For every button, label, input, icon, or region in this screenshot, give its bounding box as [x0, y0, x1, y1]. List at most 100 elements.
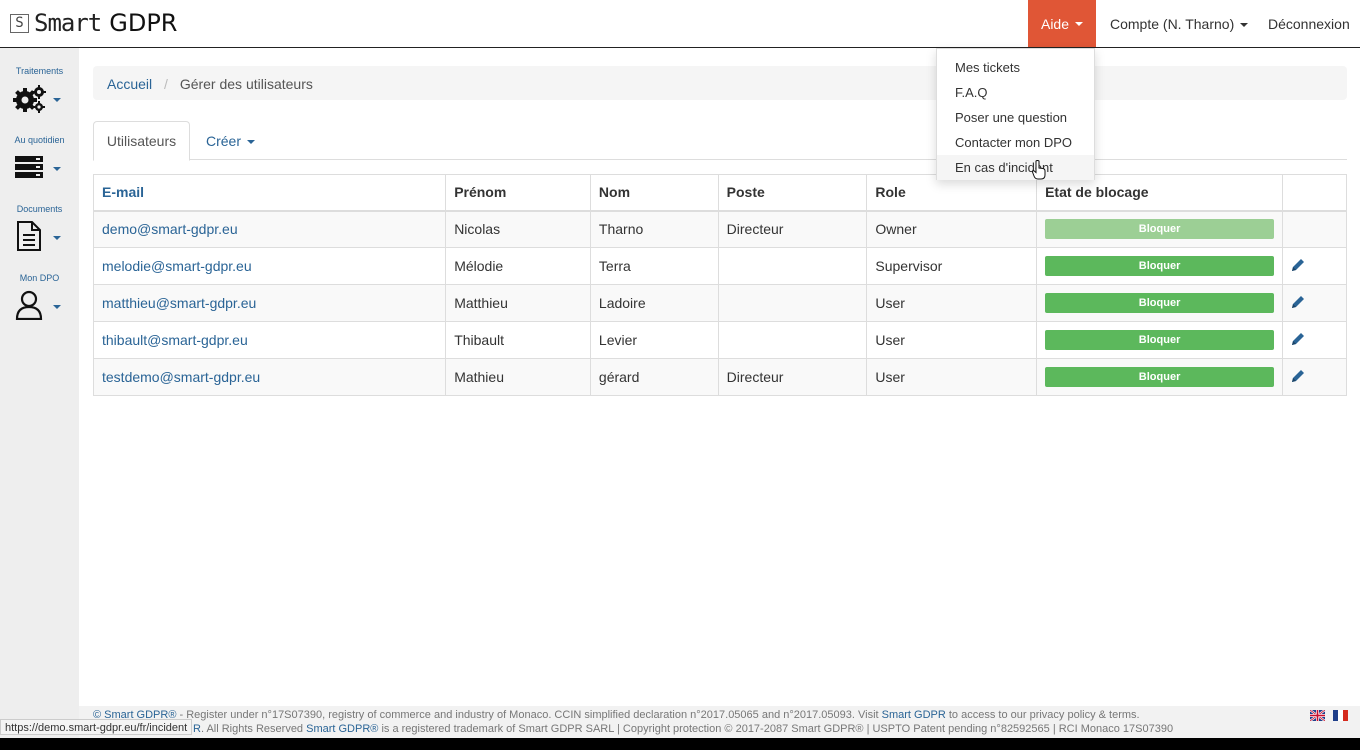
cell-poste: Directeur: [717, 210, 868, 248]
cell-blocage: Bloquer: [1036, 321, 1284, 359]
tab-creer-label: Créer: [206, 133, 242, 149]
cell-actions: [1282, 284, 1347, 322]
cell-email: melodie@smart-gdpr.eu: [92, 247, 447, 285]
email-link[interactable]: testdemo@smart-gdpr.eu: [102, 369, 260, 385]
sidebar-item-traitements[interactable]: Traitements: [0, 66, 79, 126]
tabs: Utilisateurs Créer: [93, 121, 1347, 161]
brand-logo[interactable]: S Smart GDPR: [10, 9, 177, 37]
uk-flag-icon[interactable]: [1310, 710, 1325, 721]
sidebar-item-documents[interactable]: Documents: [0, 204, 79, 264]
breadcrumb-home-link[interactable]: Accueil: [107, 76, 152, 92]
cell-nom: Tharno: [589, 210, 719, 248]
chevron-down-icon: [53, 236, 61, 240]
chevron-down-icon: [53, 305, 61, 309]
table-row: testdemo@smart-gdpr.eu Mathieu gérard Di…: [92, 358, 1347, 396]
cell-actions: [1282, 358, 1347, 396]
cell-prenom: Matthieu: [445, 284, 591, 322]
cell-nom: Levier: [589, 321, 719, 359]
menu-item-en-cas-d-incident[interactable]: En cas d'incident: [937, 155, 1094, 180]
cell-role: User: [866, 284, 1038, 322]
footer-line-2: R. All Rights Reserved Smart GDPR® is a …: [93, 722, 1360, 736]
cell-prenom: Mathieu: [445, 358, 591, 396]
server-icon: [15, 156, 43, 178]
tab-creer[interactable]: Créer: [206, 133, 256, 149]
cell-role: User: [866, 358, 1038, 396]
table-row: matthieu@smart-gdpr.eu Matthieu Ladoire …: [92, 284, 1347, 322]
cell-blocage: Bloquer: [1036, 247, 1284, 285]
cell-actions: [1282, 210, 1347, 248]
hand-cursor-icon: [1032, 160, 1046, 180]
cell-email: thibault@smart-gdpr.eu: [92, 321, 447, 359]
cell-actions: [1282, 247, 1347, 285]
cell-email: testdemo@smart-gdpr.eu: [92, 358, 447, 396]
block-button: Bloquer: [1045, 219, 1275, 240]
account-label: Compte (N. Tharno): [1110, 16, 1235, 32]
cell-prenom: Mélodie: [445, 247, 591, 285]
brand-name-gdpr: GDPR: [109, 9, 178, 37]
pencil-icon[interactable]: [1291, 258, 1305, 272]
block-button[interactable]: Bloquer: [1045, 367, 1275, 387]
brand-logo-mark: S: [10, 13, 29, 33]
breadcrumb-current: Gérer des utilisateurs: [179, 76, 313, 92]
chevron-down-icon: [1075, 21, 1084, 26]
cell-blocage: Bloquer: [1036, 358, 1284, 396]
users-table: E-mail Prénom Nom Poste Role Etat de blo…: [92, 174, 1347, 396]
sidebar-item-label: Mon DPO: [19, 273, 60, 283]
footer-text: to access to our privacy policy & terms.: [945, 709, 1140, 721]
footer-text: . All Rights Reserved: [200, 723, 307, 735]
tab-utilisateurs[interactable]: Utilisateurs: [93, 121, 190, 161]
cell-poste: [717, 284, 868, 322]
column-header-actions: [1282, 174, 1347, 212]
chevron-down-icon: [1240, 23, 1249, 28]
cell-poste: [717, 247, 868, 285]
table-row: thibault@smart-gdpr.eu Thibault Levier U…: [92, 321, 1347, 359]
bottom-bar: [0, 738, 1360, 750]
pencil-icon[interactable]: [1291, 369, 1305, 383]
status-bar-url: https://demo.smart-gdpr.eu/fr/incident: [0, 719, 193, 735]
footer-privacy-link[interactable]: Smart GDPR: [882, 709, 946, 721]
menu-item-mes-tickets[interactable]: Mes tickets: [937, 55, 1094, 80]
column-header-nom: Nom: [589, 174, 719, 212]
email-link[interactable]: matthieu@smart-gdpr.eu: [102, 295, 256, 311]
aide-label: Aide: [1040, 15, 1070, 32]
pencil-icon[interactable]: [1291, 295, 1305, 309]
menu-item-poser-une-question[interactable]: Poser une question: [937, 105, 1094, 130]
gears-icon: [13, 85, 46, 113]
block-button[interactable]: Bloquer: [1045, 293, 1275, 313]
cell-actions: [1282, 321, 1347, 359]
cell-prenom: Thibault: [445, 321, 591, 359]
account-menu-button[interactable]: Compte (N. Tharno): [1110, 16, 1249, 32]
sidebar-item-label: Au quotidien: [14, 135, 65, 145]
cell-role: Supervisor: [866, 247, 1038, 285]
sidebar-item-label: Traitements: [15, 66, 64, 76]
cell-nom: Terra: [589, 247, 719, 285]
email-link[interactable]: thibault@smart-gdpr.eu: [102, 332, 248, 348]
footer-brand-link[interactable]: Smart GDPR®: [306, 723, 378, 735]
aide-menu-button[interactable]: Aide: [1028, 0, 1096, 47]
sidebar-item-mon-dpo[interactable]: Mon DPO: [0, 273, 79, 333]
block-button[interactable]: Bloquer: [1045, 330, 1275, 350]
chevron-down-icon: [53, 167, 61, 171]
brand-name-smart: Smart: [34, 9, 102, 37]
cell-email: matthieu@smart-gdpr.eu: [92, 284, 447, 322]
breadcrumb-separator: /: [164, 76, 168, 92]
sidebar: Traitements Au quotidien Documents Mon D…: [0, 48, 79, 738]
document-icon: [17, 221, 41, 251]
cell-role: User: [866, 321, 1038, 359]
email-link[interactable]: melodie@smart-gdpr.eu: [102, 258, 252, 274]
logout-link[interactable]: Déconnexion: [1268, 16, 1350, 32]
block-button[interactable]: Bloquer: [1045, 256, 1275, 276]
footer-link[interactable]: R: [193, 723, 201, 735]
footer-line-1: © Smart GDPR® - Register under n°17S0739…: [93, 708, 1360, 722]
aide-dropdown-menu: Mes tickets F.A.Q Poser une question Con…: [936, 48, 1095, 180]
footer-text: - Register under n°17S07390, registry of…: [176, 709, 882, 721]
email-link[interactable]: demo@smart-gdpr.eu: [102, 221, 238, 237]
menu-item-contacter-mon-dpo[interactable]: Contacter mon DPO: [937, 130, 1094, 155]
cell-blocage: Bloquer: [1036, 210, 1284, 248]
fr-flag-icon[interactable]: [1333, 710, 1348, 721]
sidebar-item-au-quotidien[interactable]: Au quotidien: [0, 135, 79, 195]
column-header-email[interactable]: E-mail: [92, 174, 447, 212]
column-header-prenom: Prénom: [445, 174, 591, 212]
menu-item-faq[interactable]: F.A.Q: [937, 80, 1094, 105]
pencil-icon[interactable]: [1291, 332, 1305, 346]
